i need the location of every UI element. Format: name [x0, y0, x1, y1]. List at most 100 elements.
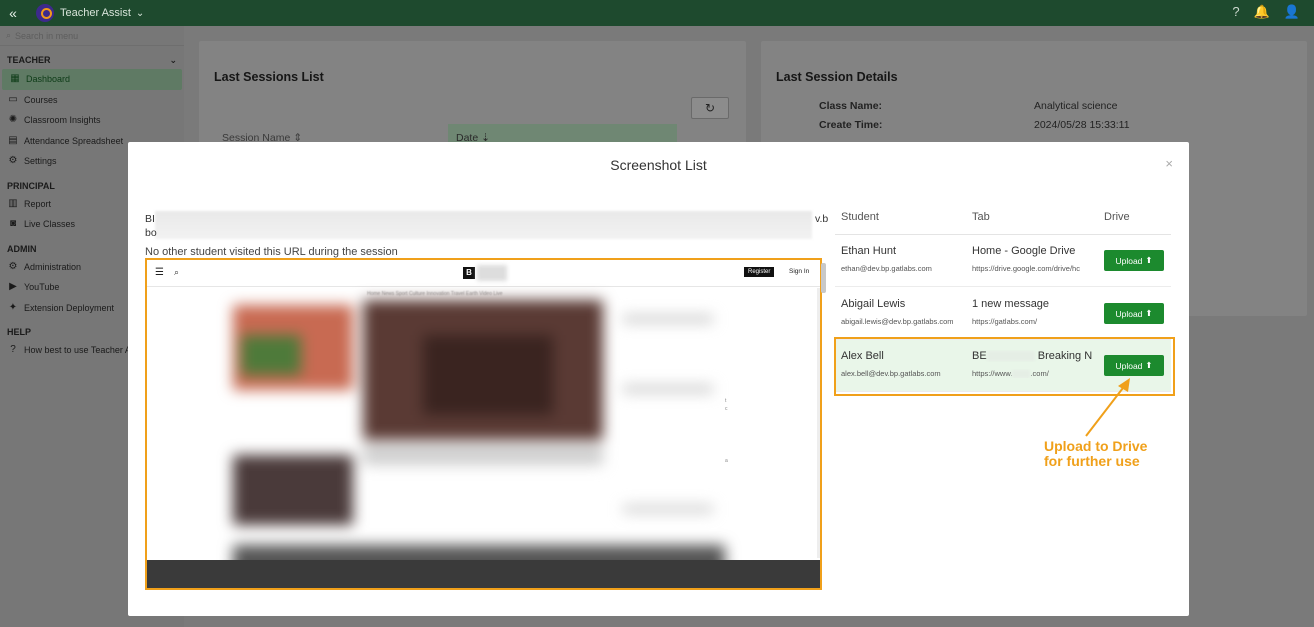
chevron-down-icon[interactable]: ⌄: [136, 8, 144, 19]
close-icon[interactable]: ×: [1165, 156, 1173, 171]
create-time-label: Create Time:: [819, 119, 883, 131]
sidebar-section-label: ADMIN: [7, 243, 37, 254]
logo-redaction: [477, 265, 507, 281]
search-icon: ⌕: [174, 267, 180, 277]
student-email: ethan@dev.bp.gatlabs.com: [841, 264, 932, 273]
sidebar-item-label: Report: [24, 198, 52, 209]
tab-url: https://drive.google.com/drive/hc: [972, 264, 1080, 273]
top-bar: « Teacher Assist ⌄ ? 🔔 👤: [0, 0, 1314, 26]
upload-icon: ⬆: [1145, 308, 1153, 318]
tab-url: https://gatlabs.com/: [972, 317, 1038, 326]
hamburger-icon: ☰: [155, 267, 164, 278]
side-text-mark: c: [725, 406, 728, 412]
upload-label: Upload: [1115, 308, 1143, 319]
sessions-card: Last Sessions List ↻ Session Name ⇕ Date…: [199, 41, 746, 151]
url-redaction: [155, 211, 812, 239]
upload-icon: ⬆: [1145, 255, 1153, 265]
blurred-block: [623, 505, 713, 513]
details-title: Last Session Details: [776, 70, 898, 84]
visit-note: No other student visited this URL during…: [145, 246, 398, 258]
menu-search[interactable]: ⌕ Search in menu: [0, 26, 184, 46]
screenshot-url: BI bo v.b: [145, 211, 829, 239]
blurred-block: [241, 335, 301, 375]
sidebar-item-label: YouTube: [24, 282, 60, 293]
sidebar-item-label: Settings: [24, 156, 57, 167]
sidebar-item-label: Courses: [24, 94, 58, 105]
bell-icon[interactable]: 🔔: [1254, 4, 1270, 20]
bulb-icon: ✺: [8, 114, 18, 126]
modal-title: Screenshot List: [610, 157, 707, 173]
screenshot-scroll-thumb[interactable]: [821, 263, 826, 293]
sidebar-section-label: TEACHER: [7, 55, 51, 65]
upload-label: Upload: [1115, 255, 1143, 266]
drive-column-header: Drive: [1104, 211, 1130, 223]
upload-button[interactable]: Upload ⬆: [1104, 303, 1164, 324]
upload-button[interactable]: Upload ⬆: [1104, 250, 1164, 271]
collapse-sidebar-icon[interactable]: «: [0, 5, 26, 21]
blurred-block: [363, 445, 603, 465]
sidebar-item-classroom-insights[interactable]: ✺ Classroom Insights: [0, 110, 184, 131]
sidebar-section-label: PRINCIPAL: [7, 180, 55, 191]
sidebar-item-label: Attendance Spreadsheet: [24, 135, 124, 146]
sidebar-section-teacher[interactable]: TEACHER ⌄: [0, 46, 184, 69]
menu-search-placeholder: Search in menu: [15, 30, 79, 41]
tab-title: 1 new message: [972, 298, 1050, 310]
live-classes-icon: ◙: [9, 218, 17, 230]
annotation-arrow: [1085, 378, 1130, 437]
url-line-2: bo: [145, 227, 157, 239]
sidebar-item-courses[interactable]: ▭ Courses: [0, 90, 184, 111]
student-name: Ethan Hunt: [841, 245, 897, 257]
chevron-down-icon[interactable]: ⌄: [169, 55, 177, 66]
sessions-title: Last Sessions List: [214, 70, 324, 84]
refresh-button[interactable]: ↻: [691, 97, 729, 119]
sign-in-link: Sign In: [789, 268, 810, 275]
puzzle-icon: ✦: [8, 301, 18, 313]
student-column-header: Student: [841, 211, 879, 223]
preview-scrollbar[interactable]: [817, 288, 820, 558]
sidebar-item-label: Classroom Insights: [24, 115, 101, 126]
blurred-page-content: [233, 295, 725, 588]
courses-icon: ▭: [8, 93, 18, 105]
report-icon: ▥: [8, 197, 18, 209]
class-name-label: Class Name:: [819, 100, 883, 112]
user-icon[interactable]: 👤: [1284, 4, 1300, 20]
table-row: Abigail Lewis abigail.lewis@dev.bp.gatla…: [835, 288, 1171, 340]
screenshot-preview[interactable]: ☰ ⌕ B Register Sign In Home News Sport C…: [145, 258, 822, 590]
site-footer: [147, 560, 820, 588]
sidebar-item-label: Administration: [24, 261, 82, 272]
app-name[interactable]: Teacher Assist: [60, 7, 131, 19]
annotation-text: Upload to Drive for further use: [1044, 439, 1147, 469]
class-name-value: Analytical science: [1034, 100, 1118, 112]
table-row: Ethan Hunt ethan@dev.bp.gatlabs.com Home…: [835, 235, 1171, 287]
annotation-line-2: for further use: [1044, 453, 1140, 469]
sidebar-item-label: Live Classes: [24, 219, 76, 230]
annotation-line-1: Upload to Drive: [1044, 438, 1148, 454]
create-time-value: 2024/05/28 15:33:11: [1034, 119, 1130, 131]
sidebar-item-label: Extension Deployment: [24, 302, 115, 313]
student-name: Abigail Lewis: [841, 298, 906, 310]
tab-column-header: Tab: [972, 211, 990, 223]
gear-icon: ⚙: [8, 260, 18, 272]
student-email: abigail.lewis@dev.bp.gatlabs.com: [841, 317, 954, 326]
tab-title: Home - Google Drive: [972, 245, 1076, 257]
gear-icon: ⚙: [8, 155, 18, 167]
sidebar-section-label: HELP: [7, 327, 32, 337]
url-tail: v.b: [815, 213, 829, 225]
search-icon: ⌕: [6, 30, 12, 40]
sidebar-item-label: Dashboard: [26, 74, 71, 85]
dashboard-icon: ▦: [10, 73, 20, 85]
spreadsheet-icon: ▤: [8, 134, 18, 146]
blurred-block: [623, 315, 713, 323]
question-icon: ?: [10, 344, 16, 356]
side-text-mark: t: [725, 398, 727, 404]
side-text-mark: a: [725, 458, 728, 464]
screenshot-site-header: ☰ ⌕ B Register Sign In: [147, 260, 820, 287]
app-logo: [36, 4, 54, 22]
sidebar-item-dashboard[interactable]: ▦ Dashboard: [2, 69, 182, 90]
youtube-icon: ▶: [9, 281, 17, 293]
help-icon[interactable]: ?: [1232, 4, 1239, 20]
register-button: Register: [744, 267, 775, 277]
blurred-block: [233, 455, 353, 525]
blurred-block: [423, 335, 553, 415]
blurred-block: [623, 385, 713, 393]
